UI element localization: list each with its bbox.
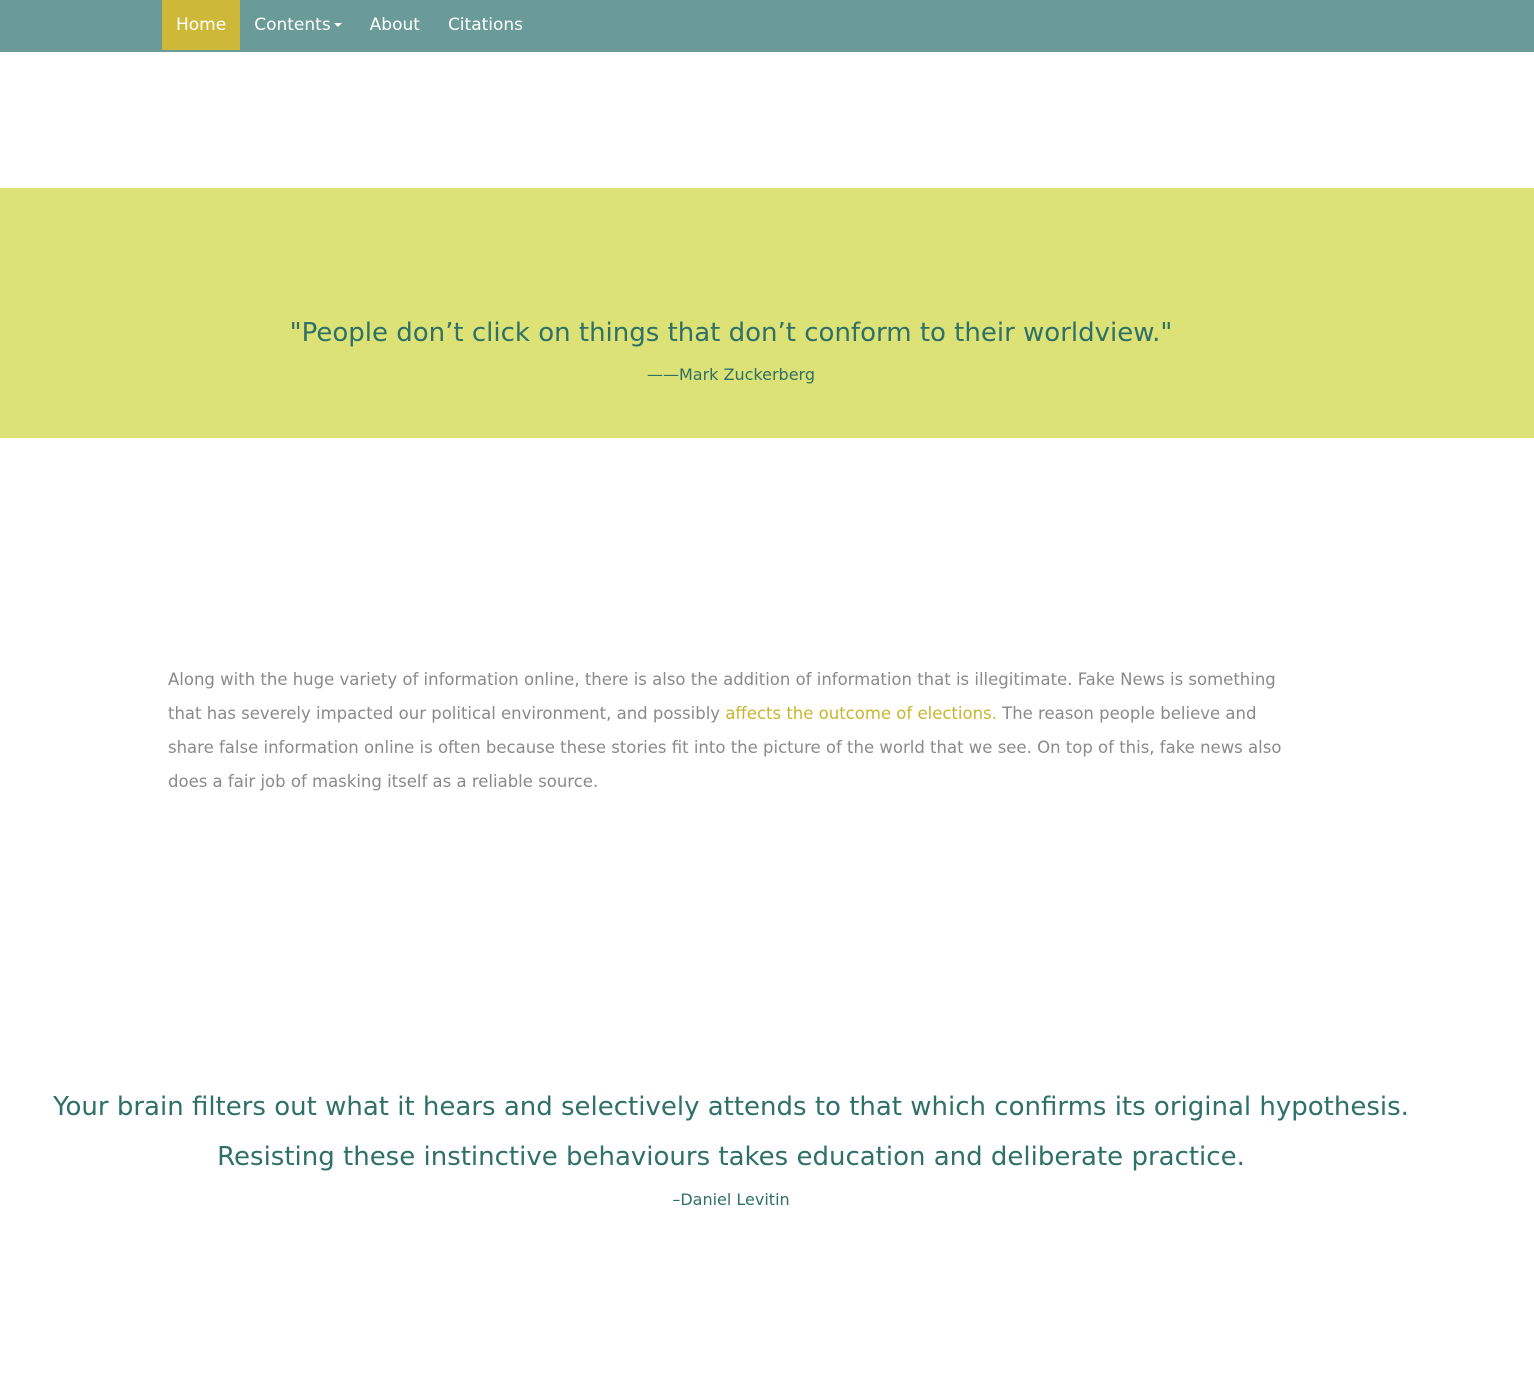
nav-menu: Home Contents About Citations — [162, 0, 537, 50]
nav-contents-dropdown[interactable]: Contents — [240, 0, 355, 50]
nav-citations[interactable]: Citations — [434, 0, 537, 50]
levitin-quote-line1: Your brain filters out what it hears and… — [53, 1092, 1409, 1122]
levitin-quote-author: –Daniel Levitin — [672, 1190, 790, 1209]
levitin-quote: Your brain filters out what it hears and… — [0, 1082, 1462, 1182]
nav-about[interactable]: About — [356, 0, 434, 50]
banner-quote-text: "People don’t click on things that don’t… — [289, 318, 1173, 348]
nav-citations-label: Citations — [447, 15, 524, 35]
levitin-quote-line2: Resisting these instinctive behaviours t… — [217, 1142, 1245, 1172]
nav-home-label: Home — [176, 15, 227, 35]
elections-link[interactable]: affects the outcome of elections. — [725, 704, 997, 723]
banner-quote-author: ——Mark Zuckerberg — [646, 365, 815, 384]
intro-paragraph: Along with the huge variety of informati… — [168, 663, 1293, 799]
nav-home[interactable]: Home — [162, 0, 241, 50]
caret-down-icon — [333, 23, 342, 27]
nav-contents-label: Contents — [254, 15, 331, 35]
top-navbar: Home Contents About Citations — [0, 0, 1534, 52]
quote-banner — [0, 188, 1534, 438]
nav-about-label: About — [369, 15, 420, 35]
